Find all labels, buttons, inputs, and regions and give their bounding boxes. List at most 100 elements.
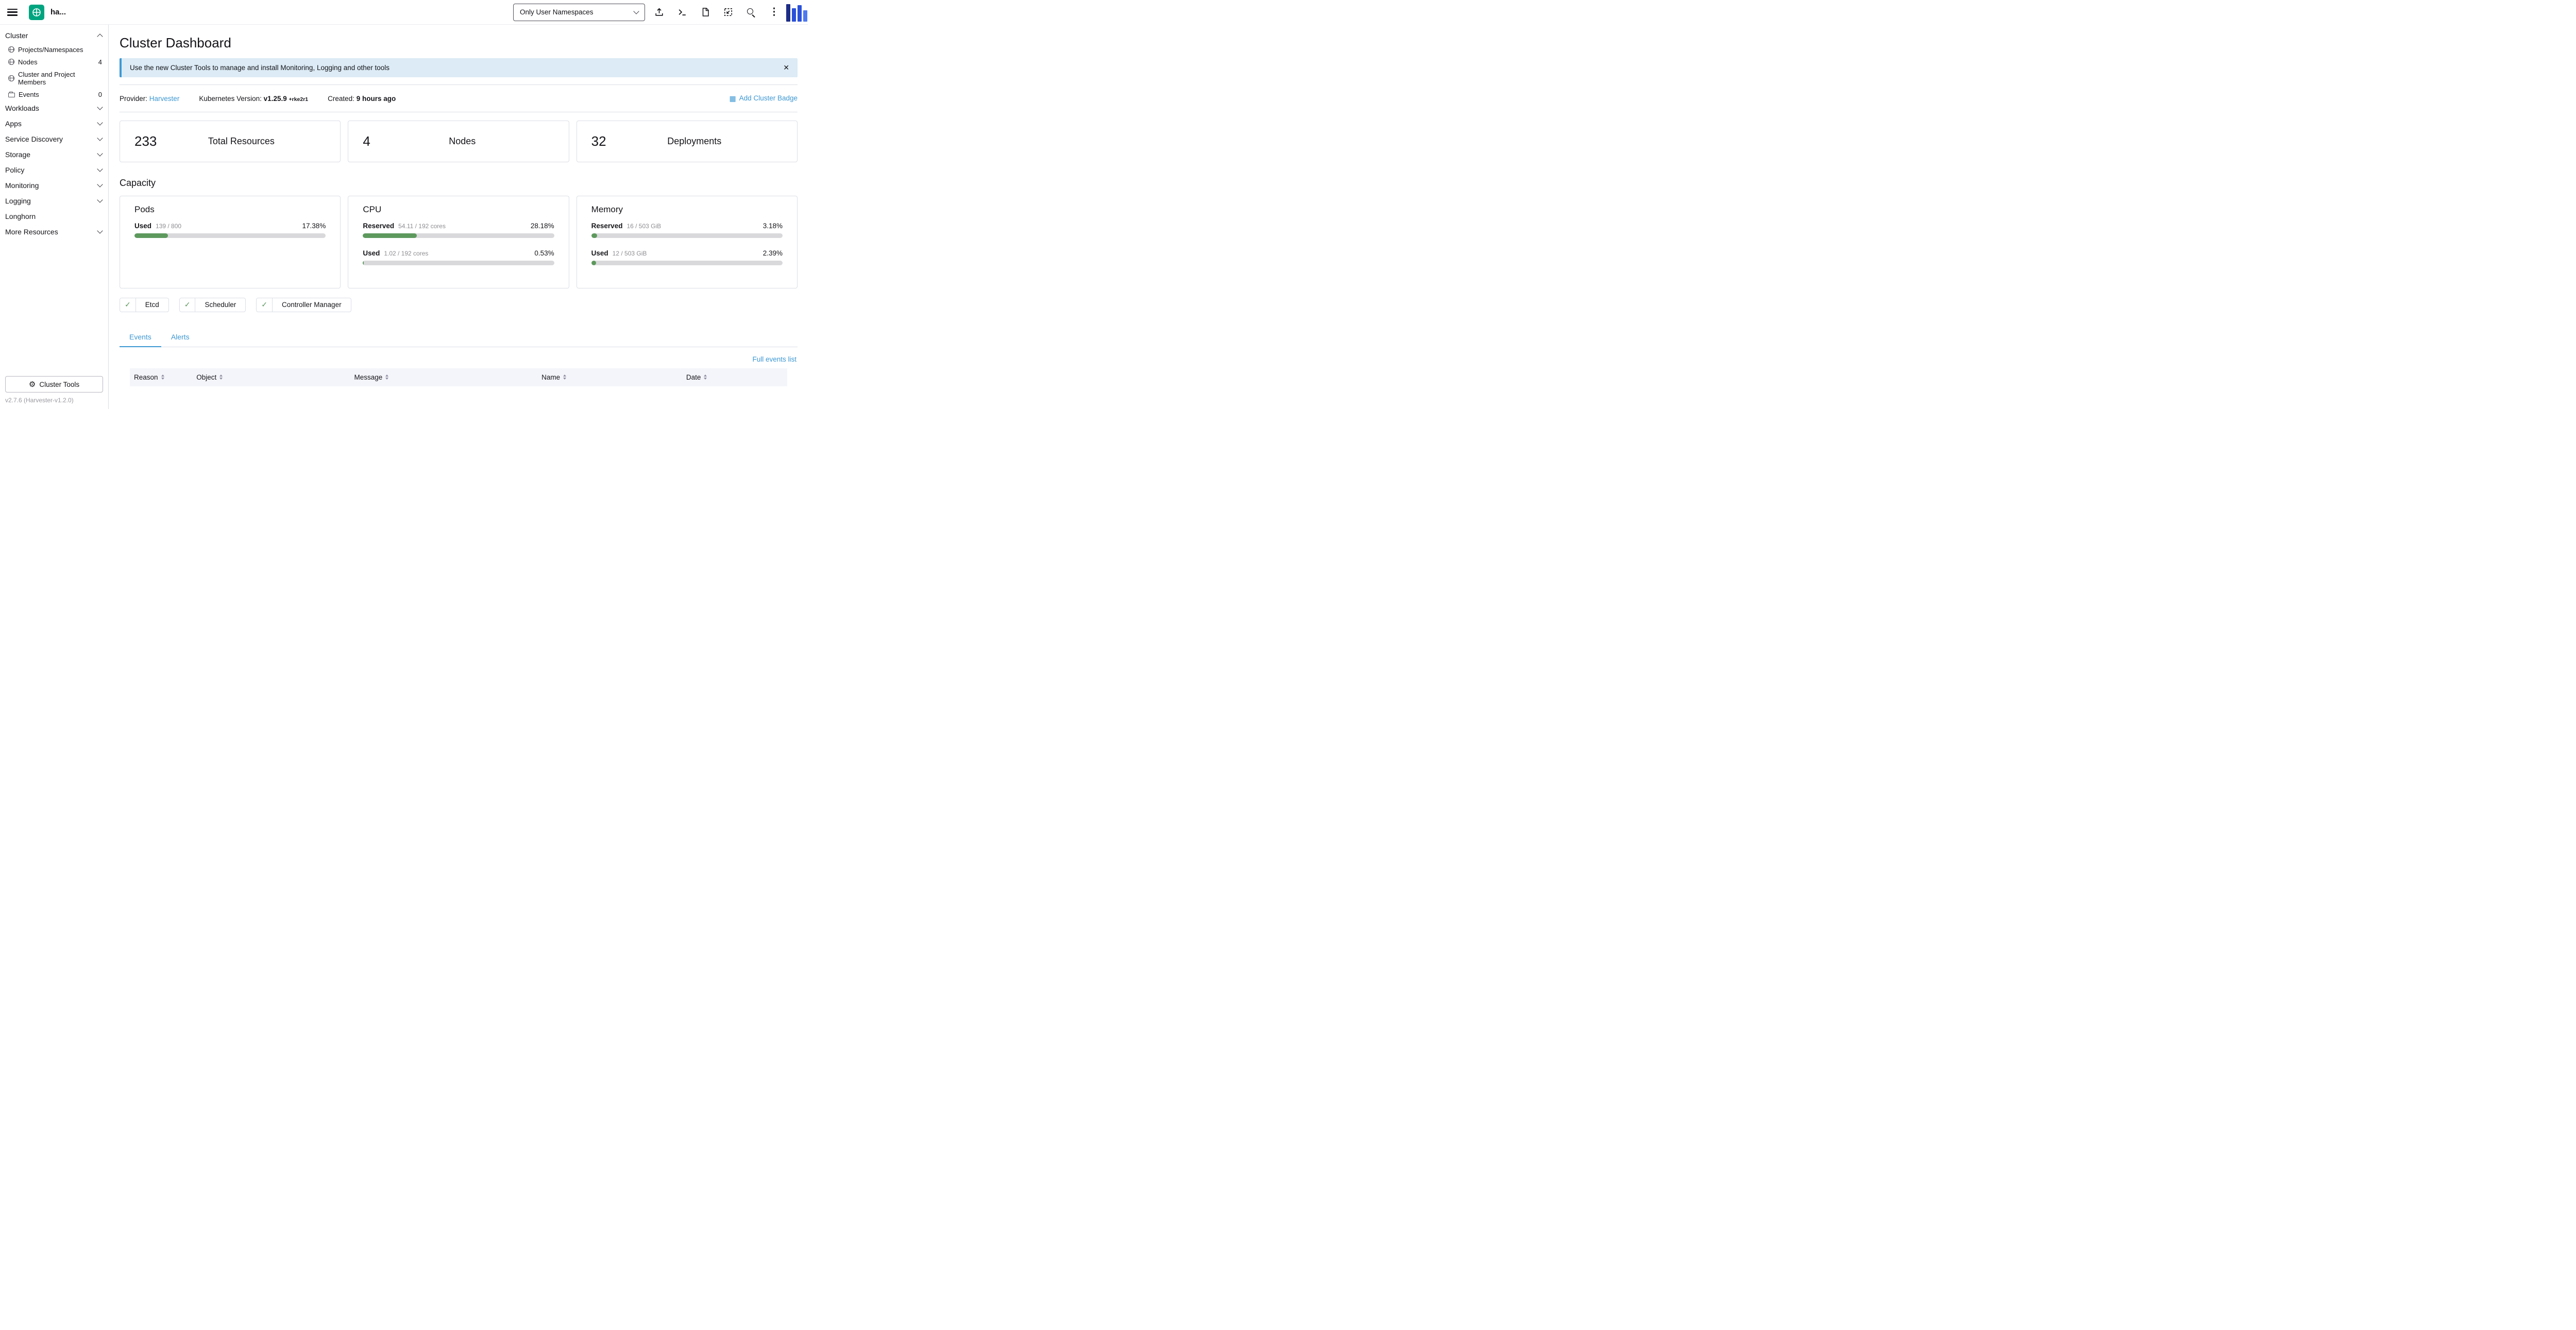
stat-value: 32 bbox=[591, 133, 606, 149]
sort-icon[interactable] bbox=[563, 374, 566, 380]
capacity-row-label: Reserved bbox=[363, 222, 394, 230]
created-label: Created: bbox=[328, 95, 354, 103]
capacity-row: Used 139 / 800 17.38% bbox=[134, 222, 326, 230]
page-title: Cluster Dashboard bbox=[120, 35, 798, 51]
progress-fill bbox=[591, 261, 596, 265]
events-tabs-section: Events Alerts Full events list Reason Ob… bbox=[120, 328, 798, 402]
chevron-down-icon bbox=[97, 104, 103, 110]
close-icon[interactable]: ✕ bbox=[783, 63, 789, 72]
chevron-down-icon bbox=[97, 135, 103, 141]
sidebar-section-more-resources[interactable]: More Resources bbox=[0, 224, 108, 240]
capacity-row-detail: 54.11 / 192 cores bbox=[398, 223, 446, 230]
sidebar-section-label: Cluster bbox=[5, 31, 28, 40]
capacity-row-percent: 17.38% bbox=[302, 222, 326, 230]
namespace-filter-select[interactable]: Only User Namespaces bbox=[513, 4, 645, 21]
column-header-object[interactable]: Object bbox=[192, 368, 350, 386]
sidebar-item-label: Cluster and Project Members bbox=[18, 71, 102, 86]
component-label: Etcd bbox=[136, 298, 168, 312]
tab-alerts[interactable]: Alerts bbox=[161, 328, 199, 347]
import-yaml-icon[interactable] bbox=[723, 7, 733, 17]
cluster-tools-button[interactable]: ⚙ Cluster Tools bbox=[5, 376, 103, 393]
tab-events[interactable]: Events bbox=[120, 328, 161, 347]
hamburger-menu-icon[interactable] bbox=[7, 9, 18, 16]
sidebar-section-policy[interactable]: Policy bbox=[0, 162, 108, 178]
globe-icon bbox=[8, 59, 14, 65]
kubectl-shell-icon[interactable] bbox=[677, 7, 687, 17]
capacity-card-pods: Pods Used 139 / 800 17.38% bbox=[120, 196, 341, 288]
sort-icon[interactable] bbox=[219, 374, 223, 380]
folder-icon bbox=[8, 93, 15, 97]
file-icon[interactable] bbox=[701, 7, 710, 17]
events-table-body bbox=[130, 386, 787, 402]
harvester-logo-icon[interactable] bbox=[29, 5, 44, 20]
capacity-card-title: Pods bbox=[134, 204, 326, 215]
upload-icon[interactable] bbox=[654, 7, 664, 17]
sidebar-section-storage[interactable]: Storage bbox=[0, 147, 108, 162]
add-cluster-badge-label: Add Cluster Badge bbox=[739, 94, 798, 102]
progress-fill bbox=[363, 233, 417, 238]
sidebar-item-nodes[interactable]: Nodes 4 bbox=[0, 56, 108, 68]
sort-icon[interactable] bbox=[161, 374, 164, 380]
capacity-row-percent: 28.18% bbox=[531, 222, 554, 230]
capacity-row: Used 12 / 503 GiB 2.39% bbox=[591, 249, 783, 257]
sidebar: Cluster Projects/Namespaces Nodes 4 Clus… bbox=[0, 25, 109, 409]
kebab-menu-icon[interactable]: ⋮ bbox=[769, 7, 779, 17]
progress-bar bbox=[591, 261, 783, 265]
sidebar-section-logging[interactable]: Logging bbox=[0, 193, 108, 209]
progress-bar bbox=[591, 233, 783, 238]
check-icon: ✓ bbox=[120, 298, 136, 312]
events-table: Reason Object Message Name bbox=[130, 368, 787, 402]
column-label: Name bbox=[541, 373, 560, 381]
sidebar-section-service-discovery[interactable]: Service Discovery bbox=[0, 131, 108, 147]
full-events-list-link[interactable]: Full events list bbox=[752, 355, 796, 363]
capacity-card-title: Memory bbox=[591, 204, 783, 215]
stat-label: Deployments bbox=[606, 136, 783, 147]
sidebar-section-monitoring[interactable]: Monitoring bbox=[0, 178, 108, 193]
sidebar-section-longhorn[interactable]: Longhorn bbox=[0, 209, 108, 224]
user-avatar[interactable] bbox=[786, 3, 808, 22]
provider-link[interactable]: Harvester bbox=[149, 95, 180, 103]
column-header-reason[interactable]: Reason bbox=[130, 368, 192, 386]
capacity-row: Reserved 16 / 503 GiB 3.18% bbox=[591, 222, 783, 230]
column-header-name[interactable]: Name bbox=[537, 368, 682, 386]
sidebar-section-apps[interactable]: Apps bbox=[0, 116, 108, 131]
events-table-header: Reason Object Message Name bbox=[130, 368, 787, 386]
namespace-filter-value: Only User Namespaces bbox=[520, 8, 634, 16]
chevron-down-icon bbox=[97, 150, 103, 156]
capacity-row-label: Used bbox=[134, 222, 151, 230]
k8s-suffix: +rke2r1 bbox=[289, 96, 308, 103]
progress-fill bbox=[363, 261, 364, 265]
capacity-title: Capacity bbox=[120, 178, 798, 189]
sidebar-item-label: Nodes bbox=[18, 58, 38, 66]
column-header-date[interactable]: Date bbox=[682, 368, 787, 386]
sort-icon[interactable] bbox=[704, 374, 707, 380]
events-toolbar: Full events list bbox=[120, 347, 798, 368]
chevron-down-icon bbox=[97, 120, 103, 125]
column-header-message[interactable]: Message bbox=[350, 368, 537, 386]
item-count: 0 bbox=[98, 91, 102, 98]
chevron-down-icon bbox=[633, 8, 639, 14]
component-scheduler: ✓ Scheduler bbox=[179, 298, 246, 312]
component-label: Controller Manager bbox=[273, 298, 351, 312]
header-icons: ⋮ bbox=[654, 7, 779, 17]
created-value: 9 hours ago bbox=[357, 95, 396, 103]
version-text: v2.7.6 (Harvester-v1.2.0) bbox=[0, 396, 108, 409]
sidebar-section-cluster[interactable]: Cluster bbox=[0, 28, 108, 43]
stat-card-total-resources: 233 Total Resources bbox=[120, 121, 341, 162]
search-icon[interactable] bbox=[747, 8, 756, 17]
sidebar-section-label: More Resources bbox=[5, 228, 58, 236]
sidebar-section-workloads[interactable]: Workloads bbox=[0, 100, 108, 116]
cluster-tools-label: Cluster Tools bbox=[39, 381, 79, 388]
sidebar-item-projects-namespaces[interactable]: Projects/Namespaces bbox=[0, 43, 108, 56]
sort-icon[interactable] bbox=[385, 374, 388, 380]
capacity-row: Reserved 54.11 / 192 cores 28.18% bbox=[363, 222, 554, 230]
sidebar-section-label: Policy bbox=[5, 166, 24, 174]
sidebar-item-events[interactable]: Events 0 bbox=[0, 88, 108, 100]
progress-bar bbox=[363, 233, 554, 238]
add-cluster-badge-link[interactable]: ▦ Add Cluster Badge bbox=[729, 94, 798, 102]
capacity-row-percent: 0.53% bbox=[534, 249, 554, 257]
sidebar-item-cluster-project-members[interactable]: Cluster and Project Members bbox=[0, 68, 108, 88]
sidebar-nav: Cluster Projects/Namespaces Nodes 4 Clus… bbox=[0, 25, 108, 372]
capacity-row-detail: 1.02 / 192 cores bbox=[384, 250, 428, 257]
stat-cards: 233 Total Resources 4 Nodes 32 Deploymen… bbox=[120, 121, 798, 162]
